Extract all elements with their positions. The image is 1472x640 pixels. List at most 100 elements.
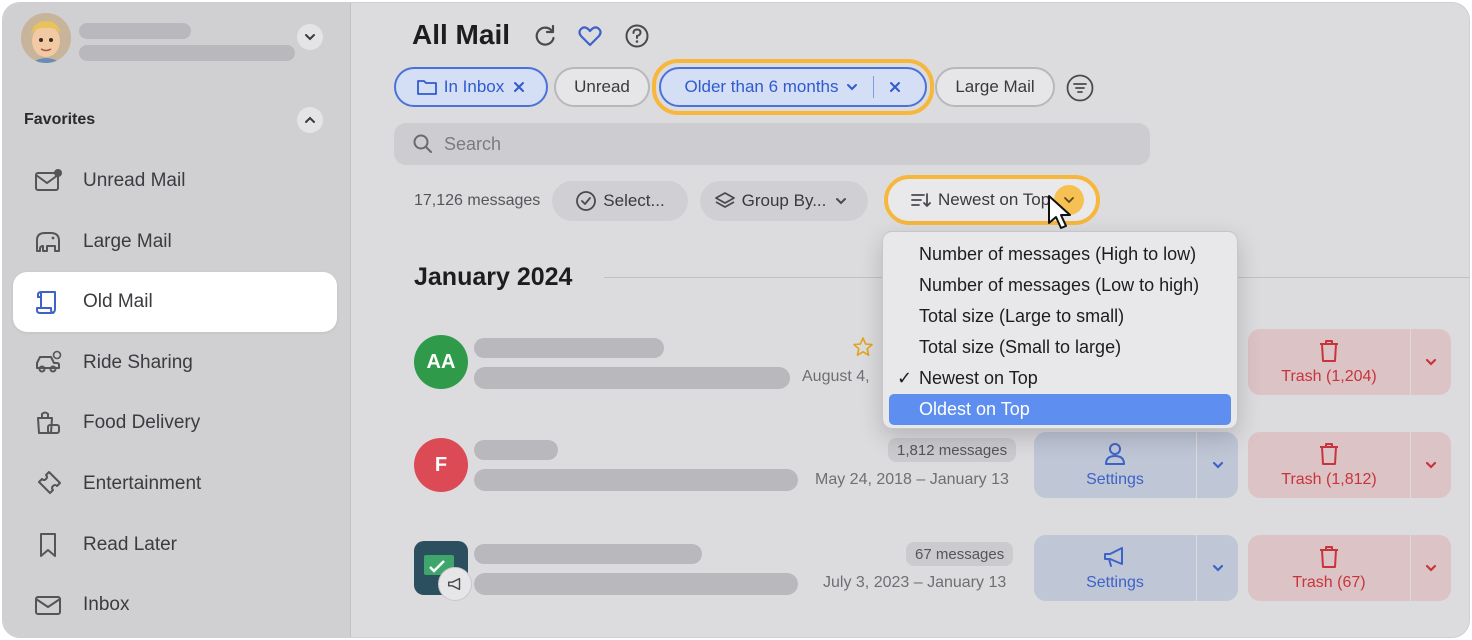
sender-name-placeholder bbox=[474, 440, 558, 460]
message-count-badge: 1,812 messages bbox=[888, 438, 1017, 462]
group-by-label: Group By... bbox=[741, 191, 827, 210]
chip-divider bbox=[872, 76, 874, 98]
sort-option-hovered[interactable]: Oldest on Top bbox=[889, 394, 1231, 425]
scroll-icon bbox=[31, 285, 65, 319]
close-icon[interactable] bbox=[888, 80, 902, 94]
select-button-label: Select... bbox=[603, 191, 665, 210]
trash-button-label: Trash (1,812) bbox=[1281, 471, 1377, 488]
megaphone-icon bbox=[1104, 547, 1123, 567]
unread-mail-icon bbox=[31, 164, 65, 198]
sort-icon bbox=[911, 193, 931, 207]
filter-chip-in-inbox[interactable]: In Inbox bbox=[394, 67, 548, 107]
checkmark-icon: ✓ bbox=[897, 368, 913, 388]
sidebar-item-old-mail[interactable]: Old Mail bbox=[13, 272, 337, 333]
message-count-badge: 67 messages bbox=[906, 542, 1014, 566]
checkmark-circle-icon bbox=[576, 191, 597, 211]
sidebar-item-label: Ride Sharing bbox=[83, 351, 193, 373]
layers-icon bbox=[714, 192, 735, 208]
settings-button[interactable]: Settings bbox=[1034, 535, 1196, 601]
date-range: July 3, 2023 – January 13 bbox=[823, 574, 1007, 591]
sidebar-item-label: Old Mail bbox=[83, 291, 153, 313]
bookmark-icon bbox=[31, 528, 65, 562]
sidebar-item-label: Read Later bbox=[83, 533, 178, 555]
car-icon bbox=[31, 346, 65, 380]
mouse-pointer-icon bbox=[1046, 193, 1074, 233]
select-button[interactable]: Select... bbox=[552, 181, 688, 221]
sidebar-item-entertainment[interactable]: Entertainment bbox=[13, 454, 337, 514]
trash-button[interactable]: Trash (1,204) bbox=[1248, 329, 1410, 395]
sort-dropdown-menu: Number of messages (High to low) Number … bbox=[882, 231, 1238, 429]
sender-avatar: AA bbox=[414, 335, 468, 389]
account-avatar[interactable] bbox=[21, 13, 71, 63]
sender-avatar: F bbox=[414, 438, 468, 492]
trash-icon bbox=[1320, 546, 1338, 568]
trash-button-label: Trash (1,204) bbox=[1281, 368, 1377, 385]
person-icon bbox=[1105, 443, 1125, 465]
sidebar-item-unread-mail[interactable]: Unread Mail bbox=[13, 151, 337, 211]
account-email-placeholder bbox=[79, 45, 295, 61]
sort-button-label: Newest on Top bbox=[938, 190, 1051, 209]
folder-icon bbox=[416, 80, 437, 95]
favorites-list: Unread Mail Large Mail Old Mail Ride Sha… bbox=[13, 151, 337, 636]
chevron-down-icon bbox=[846, 84, 857, 91]
search-placeholder: Search bbox=[444, 133, 502, 154]
account-name-placeholder bbox=[79, 23, 191, 39]
close-icon[interactable] bbox=[512, 80, 526, 94]
ticket-icon bbox=[31, 467, 65, 501]
trash-dropdown-chevron-icon[interactable] bbox=[1411, 432, 1451, 498]
sort-option-label: Newest on Top bbox=[919, 368, 1038, 388]
filter-chip-large-mail[interactable]: Large Mail bbox=[935, 67, 1055, 107]
chevron-down-icon bbox=[836, 198, 847, 205]
settings-dropdown-chevron-icon[interactable] bbox=[1197, 535, 1238, 601]
settings-button[interactable]: Settings bbox=[1034, 432, 1196, 498]
sender-email-placeholder bbox=[474, 367, 790, 389]
trash-icon bbox=[1320, 443, 1338, 465]
filter-chip-older-than[interactable]: Older than 6 months bbox=[659, 67, 927, 107]
filter-chip-label: Large Mail bbox=[955, 77, 1035, 96]
search-input[interactable]: Search bbox=[394, 123, 1150, 165]
search-icon bbox=[413, 134, 432, 153]
trash-dropdown-chevron-icon[interactable] bbox=[1411, 535, 1451, 601]
trash-icon bbox=[1320, 340, 1338, 362]
filter-chip-unread[interactable]: Unread bbox=[554, 67, 650, 107]
food-bag-icon bbox=[31, 406, 65, 440]
sort-option-label: Number of messages (High to low) bbox=[919, 244, 1197, 264]
sidebar-item-food-delivery[interactable]: Food Delivery bbox=[13, 393, 337, 453]
sender-email-placeholder bbox=[474, 573, 798, 595]
refresh-icon[interactable] bbox=[532, 23, 558, 49]
app-window: Favorites Unread Mail Large Mail Old Mai… bbox=[2, 2, 1470, 638]
sender-name-placeholder bbox=[474, 544, 702, 564]
sidebar-item-inbox[interactable]: Inbox bbox=[13, 575, 337, 635]
main-content: All Mail In Inbox Unread Older than 6 mo… bbox=[352, 3, 1469, 637]
message-count: 17,126 messages bbox=[414, 192, 541, 209]
sidebar-item-label: Large Mail bbox=[83, 230, 172, 252]
favorites-chevron-up-icon[interactable] bbox=[297, 107, 323, 133]
section-heading: January 2024 bbox=[414, 263, 573, 291]
sort-option[interactable]: Number of messages (High to low) bbox=[889, 239, 1231, 270]
trash-button[interactable]: Trash (1,812) bbox=[1248, 432, 1410, 498]
star-icon[interactable] bbox=[852, 336, 874, 358]
sort-option-selected[interactable]: ✓ Newest on Top bbox=[889, 363, 1231, 394]
sort-option[interactable]: Total size (Large to small) bbox=[889, 301, 1231, 332]
heart-icon[interactable] bbox=[577, 23, 603, 49]
trash-button-label: Trash (67) bbox=[1292, 574, 1366, 591]
sort-option-label: Number of messages (Low to high) bbox=[919, 275, 1200, 295]
trash-button[interactable]: Trash (67) bbox=[1248, 535, 1410, 601]
sender-email-placeholder bbox=[474, 469, 798, 491]
elephant-icon bbox=[31, 225, 65, 259]
account-chevron-down-icon[interactable] bbox=[297, 24, 323, 50]
sort-option[interactable]: Number of messages (Low to high) bbox=[889, 270, 1231, 301]
sidebar-item-ride-sharing[interactable]: Ride Sharing bbox=[13, 333, 337, 393]
filter-options-icon[interactable] bbox=[1065, 73, 1095, 103]
group-by-button[interactable]: Group By... bbox=[700, 181, 868, 221]
settings-dropdown-chevron-icon[interactable] bbox=[1197, 432, 1238, 498]
help-icon[interactable] bbox=[624, 23, 650, 49]
inbox-icon bbox=[31, 588, 65, 622]
sidebar-item-large-mail[interactable]: Large Mail bbox=[13, 212, 337, 272]
sidebar-item-read-later[interactable]: Read Later bbox=[13, 515, 337, 575]
sort-option[interactable]: Total size (Small to large) bbox=[889, 332, 1231, 363]
sidebar: Favorites Unread Mail Large Mail Old Mai… bbox=[3, 3, 351, 637]
filter-chip-label: Older than 6 months bbox=[684, 77, 839, 96]
page-title: All Mail bbox=[412, 19, 511, 50]
trash-dropdown-chevron-icon[interactable] bbox=[1411, 329, 1451, 395]
